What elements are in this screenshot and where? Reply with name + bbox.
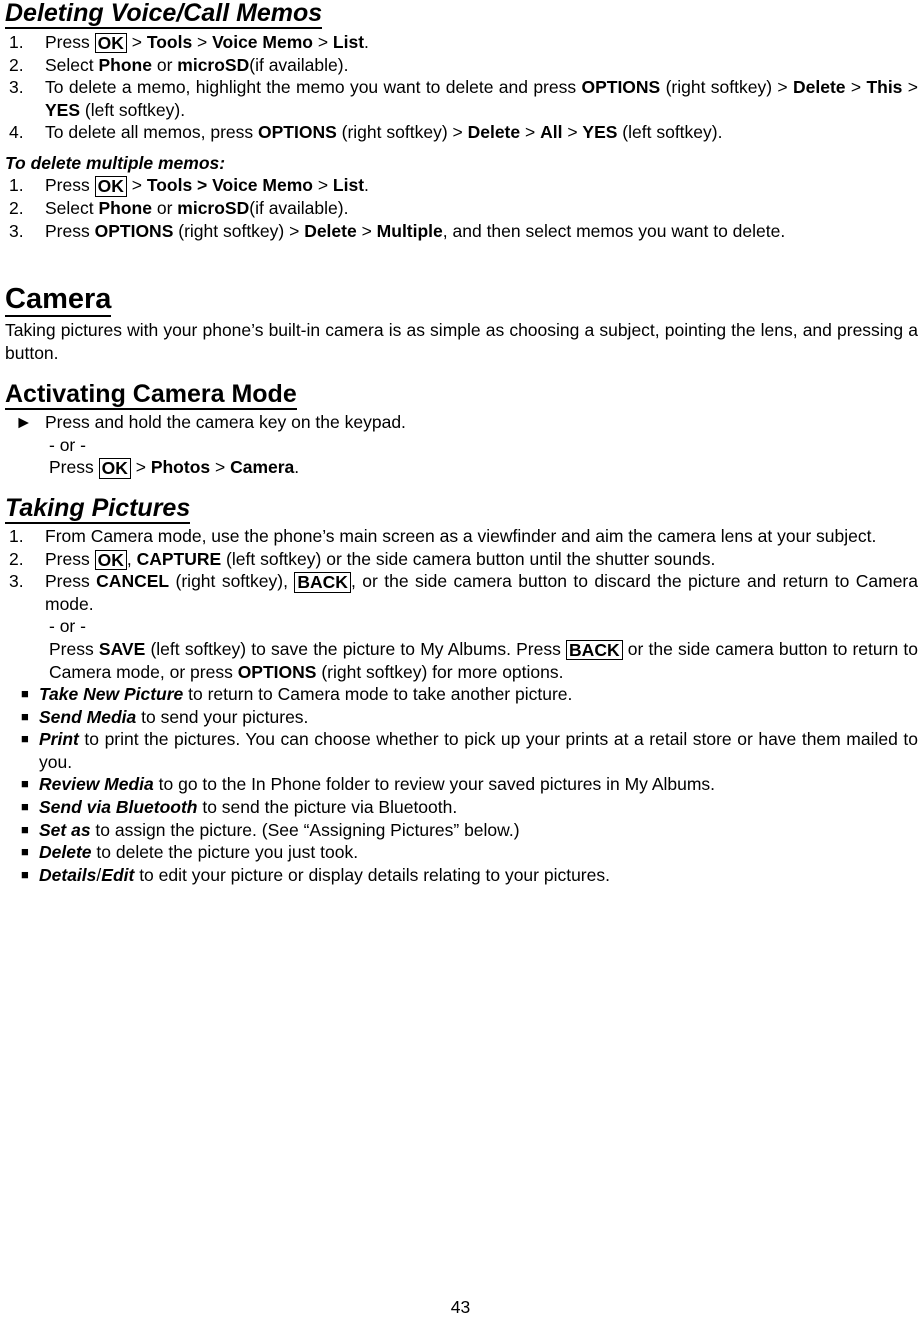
list-item: 4. To delete all memos, press OPTIONS (r… xyxy=(5,121,918,144)
save-instruction: Press SAVE (left softkey) to save the pi… xyxy=(49,639,918,682)
square-bullet-icon: ■ xyxy=(21,821,29,837)
bullet-text: Details/Edit to edit your picture or dis… xyxy=(39,864,610,885)
step-text: Select Phone or microSD(if available). xyxy=(45,197,349,218)
list-item: ■ Review Media to go to the In Phone fol… xyxy=(5,773,918,796)
taking-pictures-heading-wrap: Taking Pictures xyxy=(5,494,918,526)
arrow-icon: ► xyxy=(15,412,33,432)
step-text: To delete a memo, highlight the memo you… xyxy=(45,77,918,120)
step-number: 4. xyxy=(9,122,24,143)
key-label: BACK xyxy=(294,572,351,593)
step-text: From Camera mode, use the phone’s main s… xyxy=(45,526,877,547)
square-bullet-icon: ■ xyxy=(21,844,29,860)
square-bullet-icon: ■ xyxy=(21,866,29,882)
list-item: ■ Details/Edit to edit your picture or d… xyxy=(5,864,918,887)
key-label: OK xyxy=(94,549,127,571)
key-label: OK xyxy=(98,458,131,479)
list-item: 2. Select Phone or microSD(if available)… xyxy=(5,54,918,77)
square-bullet-icon: ■ xyxy=(21,708,29,724)
camera-heading-wrap: Camera xyxy=(5,283,918,319)
activating-press-text: Press OK > Photos > Camera. xyxy=(49,457,300,479)
square-bullet-icon: ■ xyxy=(21,686,29,702)
step-text: Press OK > Tools > Voice Memo > List. xyxy=(45,175,369,197)
manual-page: Deleting Voice/Call Memos 1. Press OK > … xyxy=(0,0,921,1332)
step-number: 1. xyxy=(9,526,24,547)
activating-heading-wrap: Activating Camera Mode xyxy=(5,380,918,412)
or-separator: - or - xyxy=(49,434,86,455)
heading-camera: Camera xyxy=(5,283,112,318)
steps-to-delete-multiple-memos: 1. Press OK > Tools > Voice Memo > List.… xyxy=(5,174,918,242)
list-item: 3. Press CANCEL (right softkey), BACK, o… xyxy=(5,570,918,615)
step-text: Press OPTIONS (right softkey) > Delete >… xyxy=(45,220,786,241)
steps-taking-pictures: 1. From Camera mode, use the phone’s mai… xyxy=(5,525,918,615)
step-number: 3. xyxy=(9,220,24,241)
heading-activating-camera-mode: Activating Camera Mode xyxy=(5,380,297,410)
bullet-text: Set as to assign the picture. (See “Assi… xyxy=(39,819,520,840)
step-text: Press OK, CAPTURE (left softkey) or the … xyxy=(45,548,716,571)
list-item: 3. To delete a memo, highlight the memo … xyxy=(5,76,918,121)
step-number: 1. xyxy=(9,175,24,196)
step-number: 3. xyxy=(9,571,24,592)
section-heading-wrap: Deleting Voice/Call Memos xyxy=(5,0,918,31)
step-text: Press CANCEL (right softkey), BACK, or t… xyxy=(45,571,918,614)
heading-taking-pictures: Taking Pictures xyxy=(5,494,191,525)
step-number: 2. xyxy=(9,197,24,218)
or-separator: - or - xyxy=(49,616,86,637)
list-item: 2. Select Phone or microSD(if available)… xyxy=(5,197,918,220)
step-number: 2. xyxy=(9,54,24,75)
list-item: 3. Press OPTIONS (right softkey) > Delet… xyxy=(5,220,918,243)
list-item: ■ Delete to delete the picture you just … xyxy=(5,841,918,864)
page-content: Deleting Voice/Call Memos 1. Press OK > … xyxy=(5,0,918,886)
list-item: ■ Take New Picture to return to Camera m… xyxy=(5,683,918,706)
bullet-text: Send Media to send your pictures. xyxy=(39,706,309,727)
bullet-text: Take New Picture to return to Camera mod… xyxy=(39,684,573,705)
page-number: 43 xyxy=(450,1297,471,1317)
list-item: ■ Set as to assign the picture. (See “As… xyxy=(5,819,918,842)
square-bullet-icon: ■ xyxy=(21,798,29,814)
list-item: ■ Send via Bluetooth to send the picture… xyxy=(5,796,918,819)
list-item: 1. Press OK > Tools > Voice Memo > List. xyxy=(5,174,918,197)
list-item-arrow: ► Press and hold the camera key on the k… xyxy=(5,411,918,434)
heading-to-delete-multiple-memos: To delete multiple memos: xyxy=(5,152,918,175)
list-item: 2. Press OK, CAPTURE (left softkey) or t… xyxy=(5,548,918,571)
step-text: Select Phone or microSD(if available). xyxy=(45,54,349,75)
key-label: OK xyxy=(94,33,127,54)
steps-deleting-voice-call-memos: 1. Press OK > Tools > Voice Memo > List.… xyxy=(5,31,918,144)
heading-deleting-voice-call-memos: Deleting Voice/Call Memos xyxy=(5,0,323,29)
step-text: Press OK > Tools > Voice Memo > List. xyxy=(45,32,369,54)
bullet-text: Send via Bluetooth to send the picture v… xyxy=(39,796,458,817)
list-item: ■ Print to print the pictures. You can c… xyxy=(5,728,918,773)
bullet-text: Review Media to go to the In Phone folde… xyxy=(39,774,716,795)
square-bullet-icon: ■ xyxy=(21,731,29,747)
key-label: BACK xyxy=(566,640,623,661)
bullet-text: Print to print the pictures. You can cho… xyxy=(39,729,918,772)
step-text: To delete all memos, press OPTIONS (righ… xyxy=(45,122,723,143)
key-label: OK xyxy=(94,176,127,197)
list-item: ■ Send Media to send your pictures. xyxy=(5,706,918,729)
step-number: 2. xyxy=(9,548,24,569)
step-number: 1. xyxy=(9,32,24,52)
list-item: 1. Press OK > Tools > Voice Memo > List. xyxy=(5,31,918,54)
bullet-text: Delete to delete the picture you just to… xyxy=(39,842,359,863)
heading-text: To delete multiple memos: xyxy=(5,152,226,173)
arrow-text: Press and hold the camera key on the key… xyxy=(45,412,406,432)
square-bullet-icon: ■ xyxy=(21,776,29,792)
step-number: 3. xyxy=(9,77,24,98)
options-bullet-list: ■ Take New Picture to return to Camera m… xyxy=(5,683,918,886)
list-item: 1. From Camera mode, use the phone’s mai… xyxy=(5,525,918,548)
camera-intro: Taking pictures with your phone’s built-… xyxy=(5,320,918,363)
